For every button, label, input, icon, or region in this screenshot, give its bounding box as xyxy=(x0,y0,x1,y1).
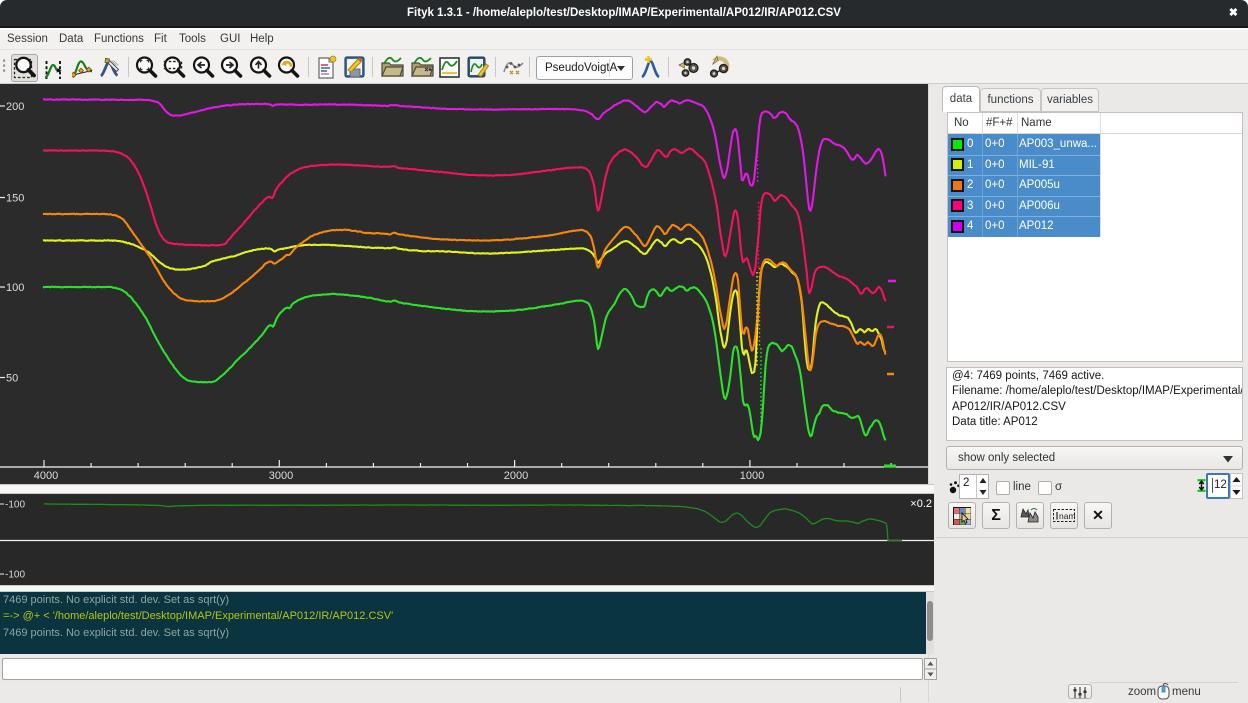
svg-text:200: 200 xyxy=(6,101,24,113)
svg-text:×0.2: ×0.2 xyxy=(910,498,932,510)
svg-text:-100: -100 xyxy=(5,500,25,511)
svg-text:100: 100 xyxy=(6,282,24,294)
svg-text:1000: 1000 xyxy=(740,470,764,482)
svg-text:nam: nam xyxy=(1059,511,1076,521)
svg-text:50: 50 xyxy=(6,373,18,385)
svg-text:150: 150 xyxy=(6,193,24,205)
svg-text:4000: 4000 xyxy=(34,470,58,482)
svg-text:3000: 3000 xyxy=(269,470,293,482)
svg-text:-100: -100 xyxy=(5,570,25,581)
svg-text:2000: 2000 xyxy=(504,470,528,482)
